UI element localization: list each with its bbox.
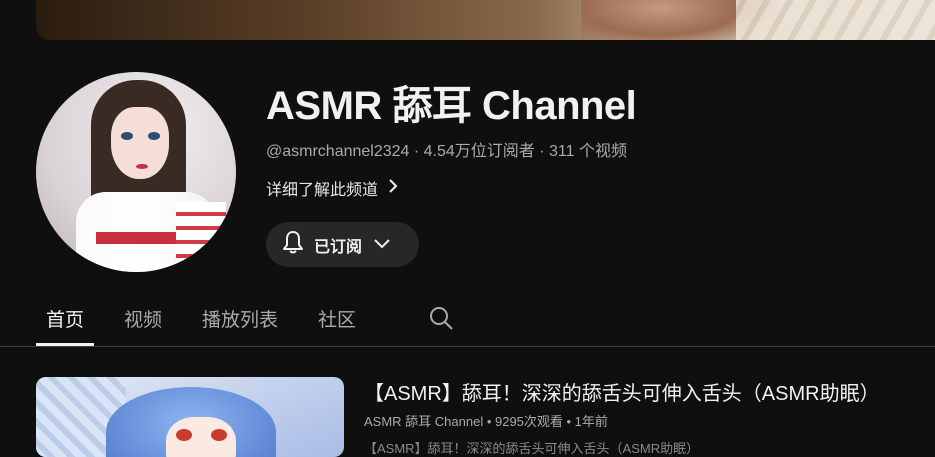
avatar-eye-left <box>121 132 133 140</box>
tabs-divider <box>0 346 935 347</box>
avatar-eye-right <box>148 132 160 140</box>
subscribed-label: 已订阅 <box>314 238 363 256</box>
video-thumbnail[interactable] <box>36 377 344 457</box>
subscribed-button[interactable]: 已订阅 <box>266 222 419 267</box>
channel-meta: @asmrchannel2324 · 4.54万位订阅者 · 311 个视频 <box>266 143 627 160</box>
video-title[interactable]: 【ASMR】舔耳！深深的舔舌头可伸入舌头（ASMR助眠） <box>364 377 880 406</box>
channel-title: ASMR 舔耳 Channel <box>266 84 637 128</box>
chevron-down-icon <box>374 236 390 254</box>
chevron-right-icon <box>388 178 398 199</box>
banner-robe-image <box>736 0 935 40</box>
avatar-lips <box>136 164 148 169</box>
channel-banner <box>36 0 935 40</box>
tab-community[interactable]: 社区 <box>318 290 356 346</box>
video-meta: ASMR 舔耳 Channel • 9295次观看 • 1年前 <box>364 414 608 429</box>
channel-tabs: 首页 视频 播放列表 社区 <box>36 290 396 346</box>
channel-avatar[interactable] <box>36 72 236 272</box>
tab-playlists[interactable]: 播放列表 <box>202 290 278 346</box>
tab-videos[interactable]: 视频 <box>124 290 162 346</box>
search-icon[interactable] <box>428 305 454 336</box>
bell-icon <box>282 230 304 259</box>
thumbnail-eye-right <box>211 429 227 441</box>
about-channel-link[interactable]: 详细了解此频道 <box>266 176 398 200</box>
avatar-sleeve <box>176 202 226 272</box>
thumbnail-eye-left <box>176 429 192 441</box>
about-channel-label: 详细了解此频道 <box>266 182 379 199</box>
tab-home[interactable]: 首页 <box>36 290 95 346</box>
